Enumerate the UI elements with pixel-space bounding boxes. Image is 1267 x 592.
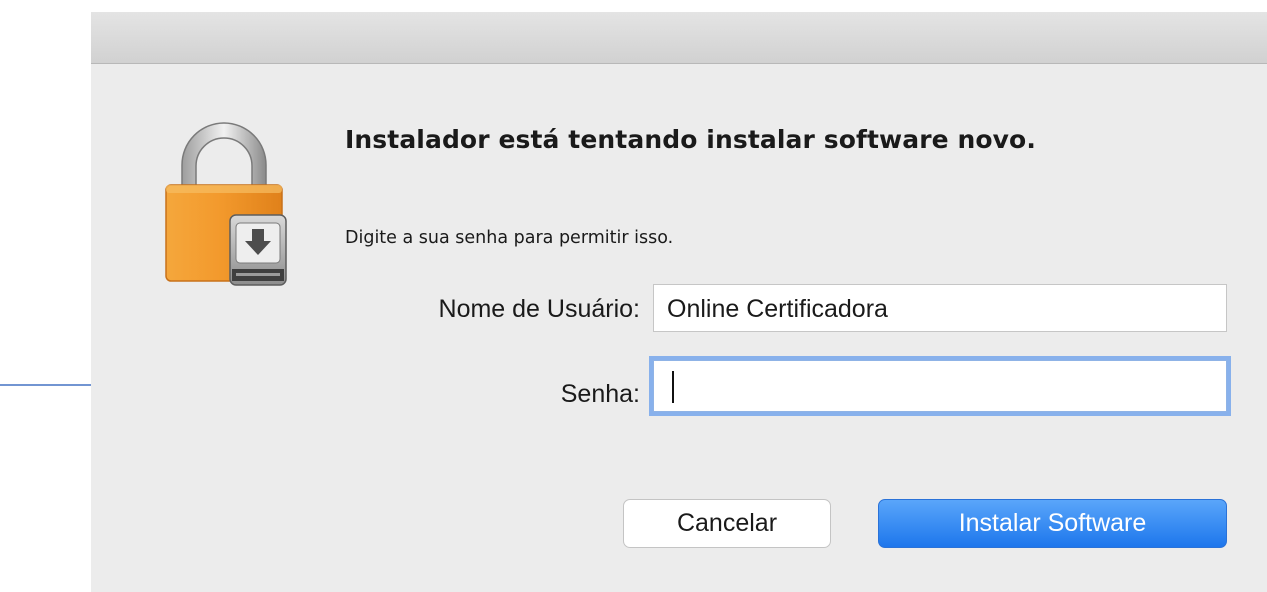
username-value: Online Certificadora	[667, 295, 888, 323]
password-field[interactable]	[653, 360, 1227, 412]
dialog-titlebar[interactable]	[91, 12, 1267, 64]
authentication-dialog: Instalador está tentando instalar softwa…	[91, 12, 1267, 592]
password-label: Senha:	[560, 380, 640, 408]
username-label: Nome de Usuário:	[438, 295, 640, 323]
text-cursor	[672, 371, 674, 403]
dialog-subtext: Digite a sua senha para permitir isso.	[345, 228, 674, 248]
lock-installer-icon	[160, 119, 288, 289]
install-software-button[interactable]: Instalar Software	[878, 499, 1227, 548]
username-field[interactable]: Online Certificadora	[653, 284, 1227, 332]
screenshot-page: Instalador está tentando instalar softwa…	[0, 0, 1267, 592]
cancel-button[interactable]: Cancelar	[623, 499, 831, 548]
dialog-heading: Instalador está tentando instalar softwa…	[345, 125, 1036, 154]
